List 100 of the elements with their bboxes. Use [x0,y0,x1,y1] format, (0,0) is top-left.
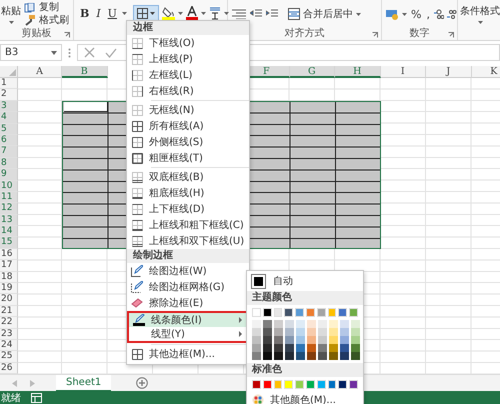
sheet-tab[interactable]: Sheet1 [56,374,112,392]
italic-button[interactable]: I [94,6,103,20]
color-swatch[interactable] [328,308,336,317]
color-swatch[interactable] [285,328,294,336]
row-header[interactable]: 21 [0,306,18,318]
color-swatch[interactable] [274,380,282,389]
row-header[interactable]: 16 [0,248,18,260]
row-header[interactable]: 24 [0,340,18,352]
color-swatch[interactable] [252,344,261,352]
color-swatch[interactable] [340,320,349,328]
comma-style-button[interactable]: , [425,8,431,20]
color-swatch[interactable] [329,344,338,352]
menu-item[interactable]: 无框线(N) [127,102,249,118]
dialog-launcher-icon[interactable] [448,32,454,38]
color-swatch[interactable] [274,320,283,328]
row-header[interactable]: 19 [0,283,18,294]
underline-button[interactable]: U [106,6,119,20]
cancel-icon[interactable] [84,47,95,58]
row-header[interactable]: 3 [0,100,18,112]
color-swatch[interactable] [296,328,305,336]
color-swatch[interactable] [307,352,316,360]
scroll-left-icon[interactable] [12,380,17,387]
align-right-icon[interactable] [232,9,246,19]
color-swatch[interactable] [284,308,294,317]
color-swatch[interactable] [252,336,261,344]
row-header[interactable]: 14 [0,226,18,238]
color-swatch[interactable] [274,308,282,317]
color-swatch[interactable] [340,344,349,352]
color-swatch[interactable] [296,344,305,352]
caret-icon[interactable] [402,12,407,16]
color-swatch[interactable] [306,380,315,389]
row-header[interactable]: 5 [0,124,18,135]
color-swatch[interactable] [263,336,272,344]
menu-item[interactable]: 粗底框线(H) [127,185,249,201]
color-swatch[interactable] [274,328,283,336]
color-swatch[interactable] [351,344,360,352]
phonetic-guide-icon[interactable] [208,6,221,20]
color-swatch[interactable] [252,328,261,336]
dialog-launcher-icon[interactable] [64,32,70,38]
column-header[interactable]: I [380,66,426,78]
row-header[interactable]: 10 [0,180,18,192]
add-sheet-icon[interactable] [136,377,148,390]
color-swatch[interactable] [252,352,261,360]
decrease-decimal-icon[interactable] [446,9,457,19]
color-swatch[interactable] [285,352,294,360]
color-swatch[interactable] [349,308,358,317]
caret-icon[interactable] [122,12,127,14]
percent-button[interactable]: % [410,8,422,20]
row-header[interactable]: 2 [0,89,18,101]
color-swatch[interactable] [349,380,358,389]
row-header[interactable]: 17 [0,260,18,272]
increase-decimal-icon[interactable] [434,9,444,19]
color-swatch[interactable] [295,380,304,389]
menu-item[interactable]: 绘图边框(W) [127,263,249,279]
color-swatch[interactable] [329,328,338,336]
color-swatch[interactable] [296,320,305,328]
menu-item[interactable]: 上框线(P) [127,51,249,67]
column-header[interactable]: H [335,66,380,78]
menu-item[interactable]: 其他边框(M)... [127,346,249,362]
color-swatch[interactable] [316,308,326,317]
conditional-format-button[interactable]: 条件格式 [460,4,500,24]
name-box[interactable]: B3 [0,44,62,61]
borders-button[interactable] [132,4,159,22]
color-swatch[interactable] [296,336,305,344]
menu-item[interactable]: 绘图边框网格(G) [127,279,249,295]
color-swatch[interactable] [328,380,336,389]
color-swatch[interactable] [338,380,348,389]
row-header[interactable]: 18 [0,272,18,284]
row-header[interactable]: 12 [0,203,18,215]
row-header[interactable]: 13 [0,214,18,226]
color-swatch[interactable] [307,344,316,352]
column-header[interactable]: G [290,66,335,78]
color-swatch[interactable] [285,320,294,328]
color-swatch[interactable] [329,320,338,328]
color-swatch[interactable] [274,344,283,352]
column-header[interactable]: J [426,66,472,78]
more-colors-item[interactable]: 其他颜色(M)... [252,392,358,404]
menu-item[interactable]: 上下框线(D) [127,201,249,217]
paste-button[interactable]: 粘贴 [0,1,22,27]
menu-item[interactable]: 上框线和双下框线(U) [127,233,249,249]
color-swatch[interactable] [351,336,360,344]
color-swatch[interactable] [263,320,272,328]
currency-icon[interactable] [386,8,399,20]
row-header[interactable]: 8 [0,158,18,170]
color-swatch[interactable] [307,320,316,328]
scroll-right-icon[interactable] [30,380,35,387]
color-swatch[interactable] [274,336,283,344]
menu-item[interactable]: 线条颜色(I) [127,311,249,327]
select-all-icon[interactable] [9,69,16,76]
menu-item[interactable]: 外侧框线(S) [127,134,249,150]
row-header[interactable]: 9 [0,169,18,181]
color-swatch[interactable] [284,380,294,389]
color-swatch[interactable] [340,328,349,336]
bold-button[interactable]: B [78,6,92,20]
color-swatch[interactable] [263,344,272,352]
column-header[interactable]: A [18,66,62,78]
color-swatch[interactable] [318,344,327,352]
color-swatch[interactable] [307,336,316,344]
menu-item[interactable]: 粗匣框线(T) [127,150,249,166]
color-swatch[interactable] [252,380,261,389]
